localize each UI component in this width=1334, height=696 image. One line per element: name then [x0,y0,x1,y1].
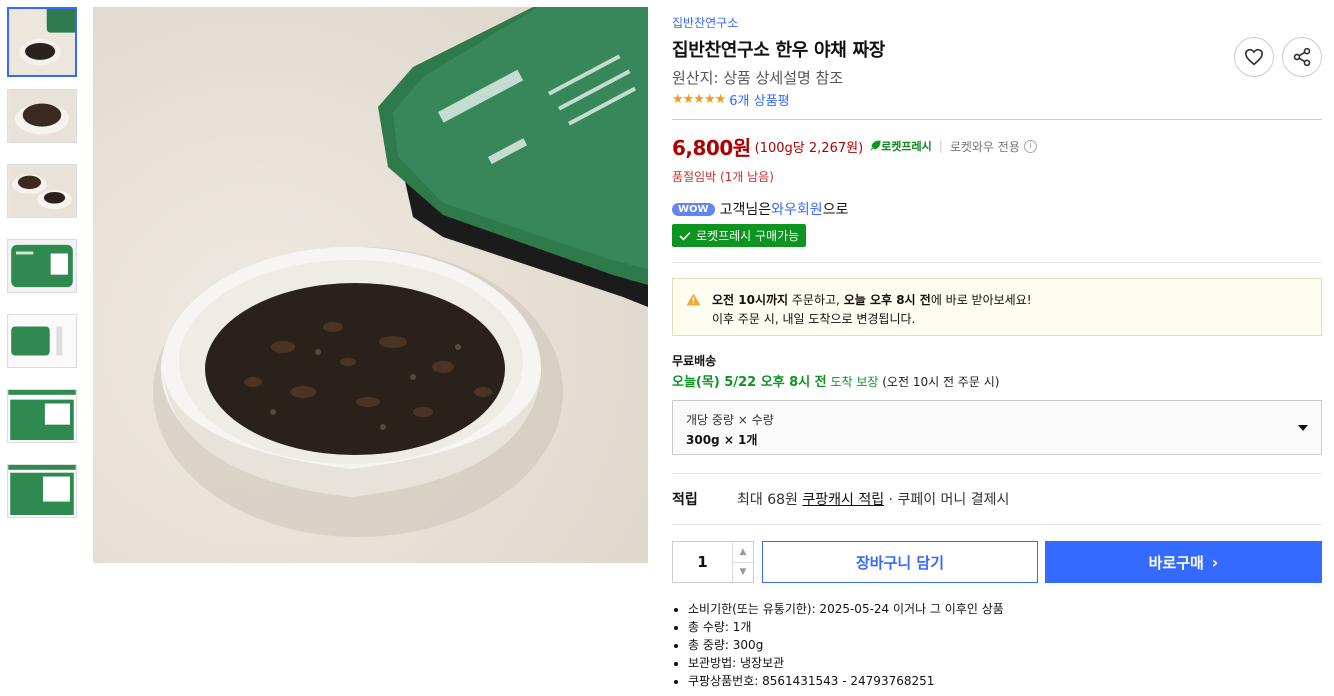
points-text: 최대 68원 쿠팡캐시 적립 · 쿠페이 머니 결제시 [737,489,1009,509]
stock-notice: 품절임박 (1개 남음) [672,170,774,184]
buy-now-label: 바로구매 [1148,553,1204,572]
divider [672,119,1322,120]
option-select[interactable]: 개당 중량 × 수량 300g × 1개 [672,400,1322,455]
chevron-right-icon: › [1211,552,1219,572]
unit-price: (100g당 2,267원) [754,140,864,156]
points-prefix: 최대 68원 [737,492,803,508]
notice-end: 에 바로 받아보세요! [930,293,1032,307]
add-to-cart-button[interactable]: 장바구니 담기 [762,541,1038,583]
buy-now-button[interactable]: 바로구매 › [1045,541,1322,583]
option-value: 300g × 1개 [686,433,758,447]
wow-only-text: 로켓와우 전용 [949,139,1020,154]
rocket-fresh-available-badge: 로켓프레시 구매가능 [672,224,807,247]
share-icon [1293,47,1311,67]
points-label: 적립 [672,492,698,508]
quantity-stepper: 1 ▲ ▼ [672,541,754,583]
points-row: 적립 최대 68원 쿠팡캐시 적립 · 쿠페이 머니 결제시 [672,474,1322,524]
detail-item: 총 중량: 300g [688,636,1322,654]
thumbnail-1[interactable] [7,7,77,77]
heart-icon [1244,48,1264,66]
detail-item: 쿠팡상품번호: 8561431543 - 24793768251 [688,672,1322,690]
purchase-row: 1 ▲ ▼ 장바구니 담기 바로구매 › [672,541,1322,583]
option-label: 개당 중량 × 수량 [686,413,774,427]
thumbnail-2[interactable] [7,89,77,143]
notice-line-2: 이후 주문 시, 내일 도착으로 변경됩니다. [712,312,916,326]
divider [672,262,1322,263]
quantity-arrows: ▲ ▼ [732,542,753,582]
product-origin: 원산지: 상품 상세설명 참조 [672,69,844,87]
rocket-icon [870,140,881,151]
product-title: 집반찬연구소 한우 야채 짜장 [672,40,886,61]
separator: | [938,139,943,153]
brand-link[interactable]: 집반찬연구소 [672,14,1322,31]
wow-only-label: 로켓와우 전용 i [950,138,1037,155]
thumbnail-4[interactable] [7,239,77,293]
thumbnail-6[interactable] [7,389,77,443]
rocket-fresh-label: 로켓프레시 [881,140,932,153]
notice-bold-1: 오전 10시까지 [712,293,789,307]
shipping-label: 무료배송 [672,354,717,368]
shipping-guarantee: 도착 보장 [826,375,879,389]
price-row: 6,800원 (100g당 2,267원) 로켓프레시 | 로켓와우 전용 i [672,134,1322,160]
membership-text-post: 으로 [822,202,849,218]
warning-icon [686,293,701,306]
wow-member-link[interactable]: 와우회원 [771,199,823,219]
detail-item: 총 수량: 1개 [688,618,1322,636]
thumbnail-list [7,7,77,539]
product-info-panel: 집반찬연구소 집반찬연구소 한우 야채 짜장 원산지: 상품 상세설명 참조 ★… [672,14,1322,690]
info-icon[interactable]: i [1023,139,1037,153]
shipping-date: 오늘(목) 5/22 오후 8시 전 [672,375,827,390]
membership-text-pre: 고객님은 [719,202,772,218]
notice-mid: 주문하고, [788,293,844,307]
delivery-notice: 오전 10시까지 주문하고, 오늘 오후 8시 전에 바로 받아보세요! 이후 … [672,278,1322,336]
rating-row: ★★★★★ 6개 상품평 [672,90,1322,109]
thumbnail-7[interactable] [7,464,77,518]
shipping-eta: 오늘(목) 5/22 오후 8시 전 도착 보장 (오전 10시 전 주문 시) [672,371,1322,390]
rating-stars: ★★★★★ [672,91,726,107]
product-details-list: 소비기한(또는 유통기한): 2025-05-24 이거나 그 이후인 상품 총… [672,600,1322,690]
coupang-cash-link[interactable]: 쿠팡캐시 적립 [802,492,884,508]
quantity-input[interactable]: 1 [673,542,732,582]
rocket-badge-label: 로켓프레시 구매가능 [696,229,800,243]
points-suffix: · 쿠페이 머니 결제시 [884,492,1010,508]
share-button[interactable] [1282,37,1322,77]
wishlist-button[interactable] [1234,37,1274,77]
quantity-increase-icon[interactable]: ▲ [733,542,753,562]
notice-line-1: 오전 10시까지 주문하고, 오늘 오후 8시 전에 바로 받아보세요! [712,291,1321,310]
wow-badge: WOW [672,202,715,216]
quantity-decrease-icon[interactable]: ▼ [733,561,753,583]
detail-item: 보관방법: 냉장보관 [688,654,1322,672]
main-product-image [93,7,648,563]
detail-item: 소비기한(또는 유통기한): 2025-05-24 이거나 그 이후인 상품 [688,600,1322,618]
thumbnail-5[interactable] [7,314,77,368]
shipping-condition: (오전 10시 전 주문 시) [878,375,1000,389]
chevron-down-icon [1298,425,1308,431]
check-icon [679,231,691,241]
sale-price: 6,800원 [672,135,751,160]
membership-row: WOW 고객님은 와우회원 으로 [672,200,1322,218]
rocket-fresh-badge: 로켓프레시 [869,138,932,154]
thumbnail-3[interactable] [7,164,77,218]
review-count-link[interactable]: 6개 상품평 [729,90,789,109]
divider [672,524,1322,525]
notice-bold-2: 오늘 오후 8시 전 [843,293,931,307]
